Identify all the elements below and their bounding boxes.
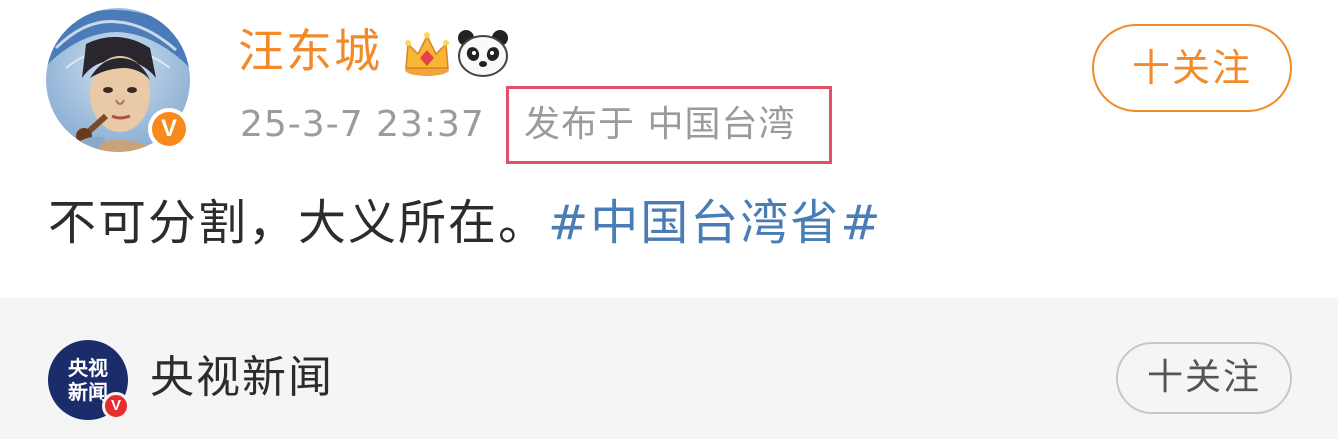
post-timestamp: 25-3-7 23:37 [240,104,485,145]
post-content: 不可分割，大义所在。#中国台湾省# [48,190,882,256]
follow-button[interactable]: 十关注 [1092,24,1292,112]
avatar-text-line1: 央视 [68,356,108,380]
verified-badge-icon: V [102,392,130,420]
username[interactable]: 汪东城 [238,20,382,82]
panda-icon [458,30,508,77]
weibo-post: V 汪东城 25-3-7 23:37 发布于 中国台湾 十关注 不可分割，大义所… [0,0,1338,298]
repost-account-name[interactable]: 央视新闻 [150,348,334,408]
verified-badge-icon: V [148,108,190,150]
repost-follow-button[interactable]: 十关注 [1116,342,1292,414]
post-location: 发布于 中国台湾 [524,104,796,145]
post-text: 不可分割，大义所在。 [48,195,549,251]
hashtag-link[interactable]: #中国台湾省# [548,195,882,251]
crown-icon [405,32,449,76]
